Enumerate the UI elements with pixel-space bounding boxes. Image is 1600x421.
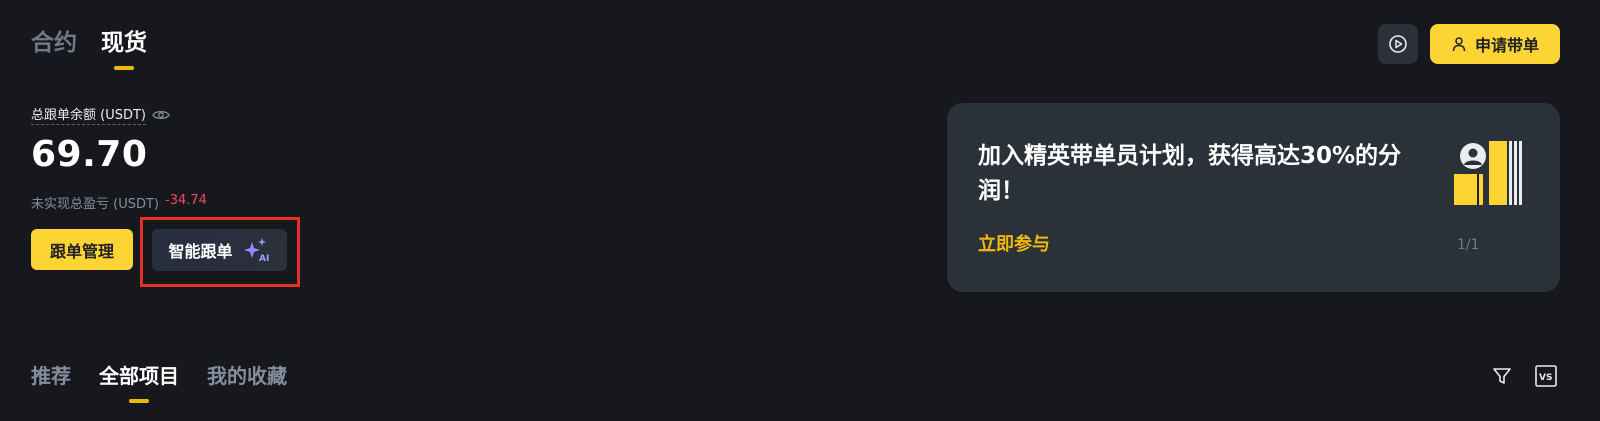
- smart-copy-label: 智能跟单: [168, 242, 233, 261]
- tab-my-favorites[interactable]: 我的收藏: [207, 361, 287, 391]
- promo-pager: 1/1: [1457, 237, 1480, 253]
- copy-trading-page: 合约 现货 申请带单 总跟单余额 (USDT) 69.70 未实现总盈亏 (US…: [0, 0, 1600, 421]
- user-icon: [1452, 37, 1466, 52]
- smart-copy-button[interactable]: 智能跟单 AI: [152, 229, 287, 271]
- play-circle-icon: [1389, 35, 1407, 53]
- join-now-link[interactable]: 立即参与: [978, 230, 1050, 256]
- tab-all-projects[interactable]: 全部项目: [99, 361, 179, 391]
- apply-lead-trader-button[interactable]: 申请带单: [1430, 24, 1560, 64]
- filter-icon[interactable]: [1492, 366, 1512, 386]
- unrealized-pnl-row: 未实现总盈亏 (USDT) -34.74: [31, 193, 207, 212]
- market-type-tabs: 合约 现货: [31, 26, 147, 60]
- unrealized-pnl-value: -34.74: [165, 193, 207, 208]
- apply-button-label: 申请带单: [1474, 36, 1539, 55]
- total-balance-value: 69.70: [31, 134, 148, 175]
- unrealized-pnl-label: 未实现总盈亏 (USDT): [31, 197, 159, 212]
- vs-icon[interactable]: VS: [1535, 365, 1557, 387]
- balance-label-row: 总跟单余额 (USDT): [31, 104, 170, 125]
- svg-text:AI: AI: [259, 254, 269, 263]
- tab-recommended[interactable]: 推荐: [31, 361, 71, 391]
- project-tabs: 推荐 全部项目 我的收藏: [31, 361, 287, 391]
- svg-text:VS: VS: [1539, 373, 1552, 383]
- lead-trader-illustration: [1454, 141, 1522, 205]
- promo-title: 加入精英带单员计划，获得高达30%的分润！: [978, 143, 1402, 204]
- ai-sparkle-icon: AI: [243, 238, 269, 263]
- tab-futures[interactable]: 合约: [31, 26, 77, 60]
- promo-banner[interactable]: 加入精英带单员计划，获得高达30%的分润！ 立即参与 1/1: [947, 103, 1560, 292]
- tutorial-play-button[interactable]: [1378, 24, 1418, 64]
- eye-icon[interactable]: [152, 109, 170, 121]
- tab-spot[interactable]: 现货: [101, 26, 147, 60]
- copy-trade-management-button[interactable]: 跟单管理: [31, 229, 133, 270]
- total-balance-label[interactable]: 总跟单余额 (USDT): [31, 104, 146, 125]
